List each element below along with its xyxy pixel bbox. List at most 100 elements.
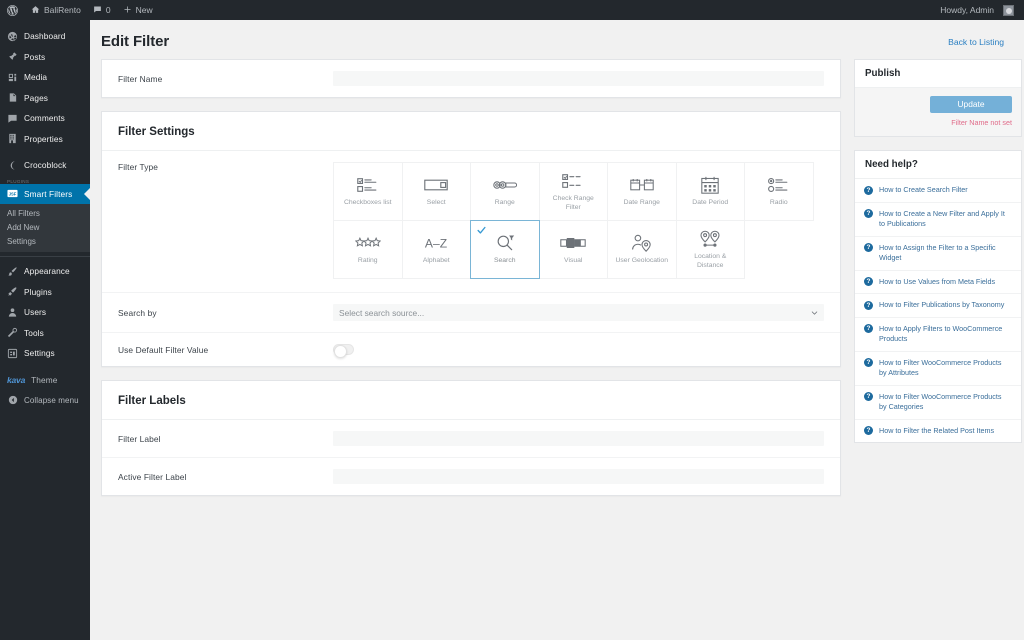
sidebar-item-comments[interactable]: Comments [0,108,90,129]
user-geolocation-icon [631,233,653,253]
help-link-item[interactable]: ? How to Assign the Filter to a Specific… [855,237,1021,271]
crocoblock-icon [7,160,18,171]
publish-title: Publish [855,60,1021,88]
filter-type-location-distance[interactable]: Location & Distance [675,220,745,279]
side-column: Publish Update Filter Name not set Need … [854,59,1022,509]
help-link-item[interactable]: ? How to Use Values from Meta Fields [855,271,1021,294]
sidebar-item-posts[interactable]: Posts [0,47,90,68]
filter-type-label: Filter Type [118,162,159,172]
sidebar-item-pages[interactable]: Pages [0,88,90,109]
filter-type-visual[interactable]: Visual [538,220,608,279]
help-link-item[interactable]: ? How to Create Search Filter [855,179,1021,203]
range-icon [493,175,517,195]
kava-logo: kava [7,374,26,385]
update-button[interactable]: Update [930,96,1012,113]
filter-type-date-period[interactable]: Date Period [675,162,745,221]
submenu-item-all-filters[interactable]: All Filters [0,206,90,220]
help-link-text: How to Apply Filters to WooCommerce Prod… [879,323,1003,344]
collapse-label: Collapse menu [24,395,79,405]
admin-sidebar: Dashboard Posts Media Pages Comments Pro… [0,20,90,640]
sidebar-item-appearance[interactable]: Appearance [0,261,90,282]
pin-icon [7,51,18,62]
filter-type-check-range-filter[interactable]: Check Range Filter [538,162,608,221]
filter-label-input[interactable] [333,431,824,446]
use-default-filter-value-toggle[interactable] [333,344,354,358]
filter-type-range[interactable]: Range [470,162,540,221]
help-link-item[interactable]: ? How to Filter the Related Post Items [855,420,1021,443]
theme-label: Theme [31,374,58,385]
filter-name-panel: Filter Name [101,59,841,98]
question-mark-icon: ? [864,277,873,286]
question-mark-icon: ? [864,392,873,401]
need-help-panel: Need help? ? How to Create Search Filter… [854,150,1022,443]
help-link-text: How to Create a New Filter and Apply It … [879,208,1005,229]
question-mark-icon: ? [864,426,873,435]
comments-bubble[interactable]: 0 [87,0,117,20]
search-by-select[interactable]: Select search source... [333,304,824,321]
question-mark-icon: ? [864,324,873,333]
active-filter-label-label: Active Filter Label [118,471,187,482]
question-mark-icon: ? [864,243,873,252]
sidebar-item-crocoblock[interactable]: Crocoblock [0,155,90,176]
help-link-item[interactable]: ? How to Filter WooCommerce Products by … [855,386,1021,420]
smart-filters-icon: JSF [7,188,18,199]
page-header: Edit Filter Back to Listing [90,20,1024,59]
filter-name-input[interactable] [333,71,824,86]
filter-labels-panel: Filter Labels Filter Label Active Filter… [101,380,841,496]
sidebar-label: Tools [24,327,44,338]
back-to-listing-link[interactable]: Back to Listing [948,37,1004,47]
sidebar-item-theme[interactable]: kava Theme [0,370,90,391]
filter-type-label-text: Checkboxes list [343,199,392,207]
alphabet-icon: A–Z [423,233,449,253]
filter-type-label-text: Alphabet [422,257,450,265]
filter-type-rating[interactable]: Rating [333,220,403,279]
filter-type-user-geolocation[interactable]: User Geolocation [607,220,677,279]
search-icon [495,233,515,253]
sidebar-item-dashboard[interactable]: Dashboard [0,26,90,47]
sidebar-label: Users [24,307,47,318]
filter-labels-title: Filter Labels [102,381,840,420]
sidebar-label: Crocoblock [24,160,67,171]
search-by-row: Search by Select search source... [102,293,840,333]
help-link-text: How to Filter WooCommerce Products by Ca… [879,391,1002,412]
media-icon [7,72,18,83]
sidebar-label: Smart Filters [24,188,73,199]
filter-type-grid: Checkboxes list Select Range Check Range… [333,162,824,279]
wordpress-logo-icon[interactable] [0,0,25,20]
filter-type-label-text: Select [426,199,446,207]
howdy-menu[interactable]: Howdy, Admin [934,0,1024,20]
sidebar-item-plugins[interactable]: Plugins [0,282,90,303]
radio-icon [767,175,790,195]
collapse-menu-button[interactable]: Collapse menu [0,390,90,411]
new-label: New [135,5,153,15]
sidebar-item-media[interactable]: Media [0,67,90,88]
submenu-item-settings[interactable]: Settings [0,234,90,248]
sidebar-item-properties[interactable]: Properties [0,129,90,150]
check-icon [477,226,486,235]
active-filter-label-input[interactable] [333,469,824,484]
submenu-item-add-new[interactable]: Add New [0,220,90,234]
use-default-filter-value-row: Use Default Filter Value [102,333,840,366]
help-link-item[interactable]: ? How to Filter WooCommerce Products by … [855,352,1021,386]
filter-type-search[interactable]: Search [470,220,540,279]
comment-icon [7,113,18,124]
sidebar-label: Comments [24,113,65,124]
help-link-item[interactable]: ? How to Apply Filters to WooCommerce Pr… [855,318,1021,352]
filter-type-checkboxes-list[interactable]: Checkboxes list [333,162,403,221]
sidebar-item-tools[interactable]: Tools [0,323,90,344]
help-link-item[interactable]: ? How to Filter Publications by Taxonomy [855,294,1021,318]
sidebar-item-settings[interactable]: Settings [0,343,90,364]
filter-type-radio[interactable]: Radio [744,162,814,221]
new-content-menu[interactable]: New [117,0,159,20]
filter-type-alphabet[interactable]: A–Z Alphabet [401,220,471,279]
filter-type-date-range[interactable]: Date Range [607,162,677,221]
chevron-down-icon [811,309,818,316]
site-name-menu[interactable]: BaliRento [25,0,87,20]
help-link-text: How to Assign the Filter to a Specific W… [879,242,996,263]
home-icon [31,5,40,16]
filter-type-select[interactable]: Select [401,162,471,221]
sidebar-item-smart-filters[interactable]: JSF Smart Filters [0,183,90,204]
help-link-item[interactable]: ? How to Create a New Filter and Apply I… [855,203,1021,237]
help-link-text: How to Filter WooCommerce Products by At… [879,357,1002,378]
sidebar-item-users[interactable]: Users [0,302,90,323]
